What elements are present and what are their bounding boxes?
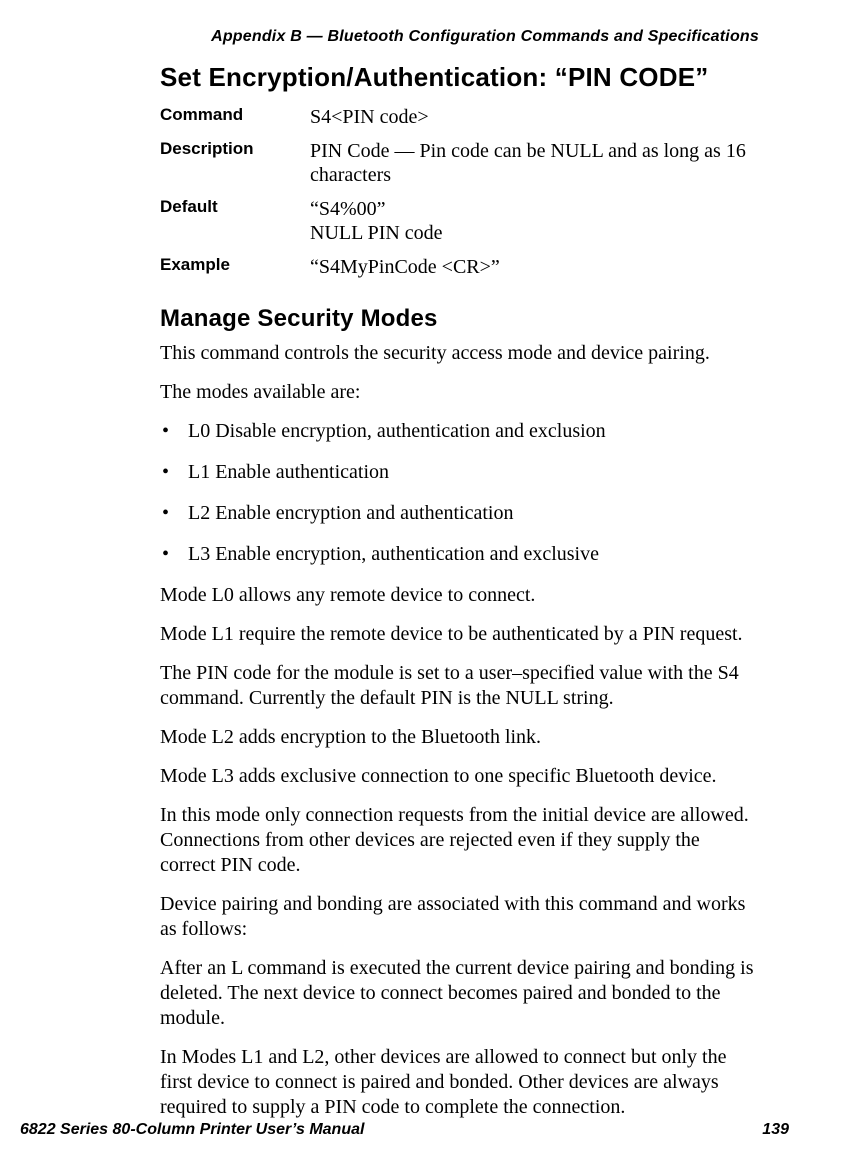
paragraph: Mode L1 require the remote device to be … (160, 622, 759, 647)
paragraph: Device pairing and bonding are associate… (160, 892, 759, 942)
value-example: “S4MyPinCode <CR>” (310, 255, 500, 279)
label-command: Command (160, 105, 310, 125)
value-command: S4<PIN code> (310, 105, 429, 129)
row-command: Command S4<PIN code> (160, 105, 759, 129)
bullet-list: L0 Disable encryption, authentication an… (160, 419, 759, 567)
page-footer: 6822 Series 80-Column Printer User’s Man… (0, 1121, 849, 1139)
paragraph: Mode L0 allows any remote device to conn… (160, 583, 759, 608)
footer-left: 6822 Series 80-Column Printer User’s Man… (20, 1121, 364, 1139)
paragraph: In this mode only connection requests fr… (160, 803, 759, 878)
label-example: Example (160, 255, 310, 275)
list-item: L3 Enable encryption, authentication and… (160, 542, 759, 567)
paragraph: The modes available are: (160, 380, 759, 405)
list-item: L1 Enable authentication (160, 460, 759, 485)
footer-right: 139 (762, 1121, 789, 1139)
section-title-manage-security: Manage Security Modes (160, 305, 759, 333)
row-default: Default “S4%00” NULL PIN code (160, 197, 759, 245)
paragraph: Mode L2 adds encryption to the Bluetooth… (160, 725, 759, 750)
value-default-line2: NULL PIN code (310, 222, 443, 244)
paragraph: In Modes L1 and L2, other devices are al… (160, 1045, 759, 1120)
running-head: Appendix B — Bluetooth Configuration Com… (160, 28, 759, 46)
label-default: Default (160, 197, 310, 217)
label-description: Description (160, 139, 310, 159)
section-title-pin-code: Set Encryption/Authentication: “PIN CODE… (160, 62, 759, 93)
row-example: Example “S4MyPinCode <CR>” (160, 255, 759, 279)
paragraph: Mode L3 adds exclusive connection to one… (160, 764, 759, 789)
paragraph: The PIN code for the module is set to a … (160, 661, 759, 711)
paragraph: After an L command is executed the curre… (160, 956, 759, 1031)
list-item: L2 Enable encryption and authentication (160, 501, 759, 526)
value-description: PIN Code — Pin code can be NULL and as l… (310, 139, 759, 187)
paragraph: This command controls the security acces… (160, 341, 759, 366)
value-default-line1: “S4%00” (310, 198, 386, 220)
row-description: Description PIN Code — Pin code can be N… (160, 139, 759, 187)
list-item: L0 Disable encryption, authentication an… (160, 419, 759, 444)
value-default: “S4%00” NULL PIN code (310, 197, 443, 245)
definition-table: Command S4<PIN code> Description PIN Cod… (160, 105, 759, 279)
